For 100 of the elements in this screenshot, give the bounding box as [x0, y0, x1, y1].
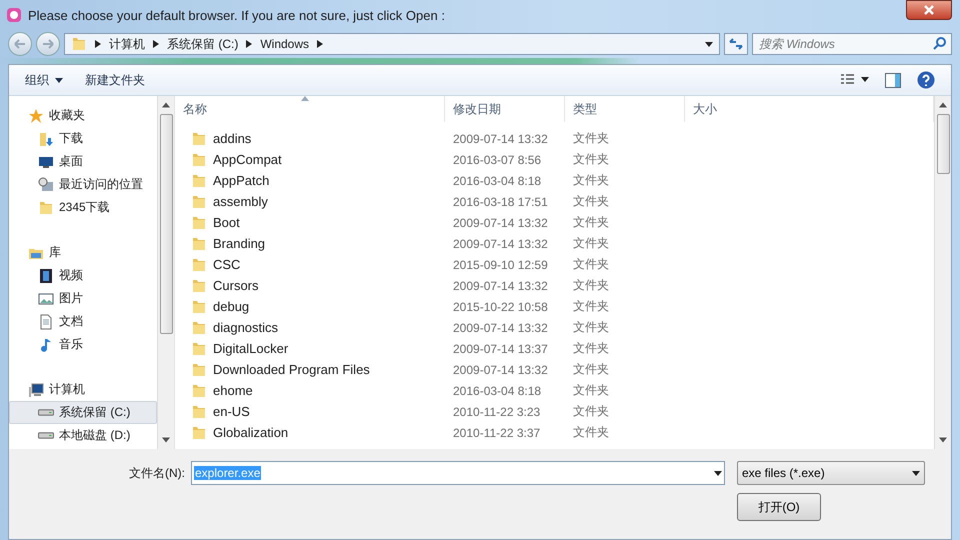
nav-item[interactable]: 视频 — [9, 264, 157, 287]
folder-icon — [191, 236, 207, 252]
scroll-down-icon[interactable] — [939, 436, 947, 444]
breadcrumb[interactable]: Windows — [260, 37, 310, 51]
nav-item[interactable]: 本地磁盘 (D:) — [9, 424, 157, 447]
type-cell-text: 文件夹 — [572, 340, 610, 357]
date-cell-text: 2009-07-14 13:32 — [452, 132, 549, 146]
type-cell-text: 文件夹 — [572, 256, 610, 273]
nav-section[interactable]: 计算机 — [9, 378, 157, 401]
type-cell-text: 文件夹 — [572, 130, 610, 147]
file-name[interactable]: Boot — [175, 214, 445, 230]
column-header[interactable]: 名称 — [175, 96, 445, 122]
folder-icon — [191, 172, 207, 188]
date-cell-text: 2009-07-14 13:32 — [452, 236, 549, 250]
nav-section[interactable]: 库 — [9, 241, 157, 264]
file-name[interactable]: AppCompat — [175, 152, 445, 168]
new-folder-button[interactable]: 新建文件夹 — [85, 70, 145, 90]
nav-item[interactable]: 2345下载 — [9, 196, 157, 219]
nav-item[interactable]: 最近访问的位置 — [9, 173, 157, 196]
scroll-thumb[interactable] — [160, 114, 172, 334]
date-cell-text: 2010-11-22 3:37 — [452, 426, 542, 440]
file-name[interactable]: ehome — [175, 382, 445, 398]
search-icon — [933, 37, 946, 50]
view-list-icon[interactable] — [841, 74, 869, 86]
drive-icon — [38, 409, 54, 416]
date-cell-text: 2016-03-04 8:18 — [452, 174, 542, 188]
dropdown-caret-icon — [912, 470, 920, 476]
scroll-thumb[interactable] — [936, 114, 950, 174]
image-icon — [38, 290, 54, 306]
dropdown-caret-icon — [705, 42, 713, 46]
breadcrumb[interactable]: 系统保留 (C:) — [167, 36, 238, 52]
type-cell-text: 文件夹 — [572, 172, 610, 189]
open-button[interactable]: 打开(O) — [737, 493, 821, 521]
dropdown-caret-icon — [714, 470, 722, 476]
date-cell-text: 2009-07-14 13:32 — [452, 320, 549, 334]
nav-section[interactable]: 收藏夹 — [9, 104, 157, 127]
folder-icon — [71, 36, 87, 52]
breadcrumb[interactable]: 计算机 — [109, 36, 145, 52]
type-cell-text: 文件夹 — [572, 319, 610, 336]
nav-item[interactable]: 系统保留 (C:) — [9, 401, 157, 424]
chevron-icon — [95, 40, 101, 48]
date-cell-text: 2016-03-18 17:51 — [452, 194, 549, 208]
help-icon[interactable] — [917, 71, 935, 89]
type-cell-text: 文件夹 — [572, 151, 610, 168]
file-name[interactable]: debug — [175, 298, 445, 314]
sort-arrow-icon — [301, 96, 309, 101]
preview-pane-icon[interactable] — [885, 72, 901, 88]
refresh-button[interactable] — [724, 33, 748, 55]
date-cell-text: 2009-07-14 13:37 — [452, 342, 549, 356]
column-header[interactable]: 修改日期 — [445, 96, 565, 122]
folder-icon — [191, 320, 207, 336]
scroll-up-icon[interactable] — [939, 101, 947, 109]
file-name[interactable]: en-US — [175, 404, 445, 420]
type-cell-text: 文件夹 — [572, 361, 610, 378]
close-button[interactable] — [906, 0, 952, 20]
search-field[interactable]: 搜索 Windows — [752, 33, 952, 55]
column-header[interactable]: 类型 — [565, 96, 685, 122]
type-cell-text: 文件夹 — [572, 277, 610, 294]
chevron-icon — [317, 40, 324, 48]
file-name[interactable]: DigitalLocker — [175, 340, 445, 356]
nav-item[interactable]: 音乐 — [9, 333, 157, 356]
file-name[interactable]: CSC — [175, 256, 445, 272]
date-cell-text: 2009-07-14 13:32 — [452, 216, 549, 230]
scroll-down-icon[interactable] — [162, 436, 170, 444]
recent-places-icon — [38, 176, 54, 192]
folder-icon — [191, 256, 207, 272]
file-name[interactable]: Branding — [175, 236, 445, 252]
file-name[interactable]: assembly — [175, 194, 445, 210]
folder-icon — [191, 404, 207, 420]
address-bar[interactable]: 计算机 系统保留 (C:) Windows — [64, 33, 720, 55]
folder-icon — [191, 298, 207, 314]
drive-icon — [38, 432, 54, 439]
file-name[interactable]: Downloaded Program Files — [175, 362, 445, 378]
file-name[interactable]: AppPatch — [175, 172, 445, 188]
nav-item[interactable]: 文档 — [9, 310, 157, 333]
nav-item[interactable]: 桌面 — [9, 150, 157, 173]
file-type-dropdown[interactable]: exe files (*.exe) — [737, 461, 925, 485]
folder-icon — [191, 362, 207, 378]
document-icon — [38, 314, 54, 330]
caret-icon — [55, 78, 63, 82]
folder-icon — [191, 194, 207, 210]
type-cell-text: 文件夹 — [572, 403, 610, 420]
organize-menu[interactable]: 组织 — [25, 70, 63, 90]
file-name[interactable]: addins — [175, 130, 445, 146]
close-icon — [923, 5, 935, 15]
scrollbar[interactable] — [934, 96, 951, 449]
type-cell-text: 文件夹 — [572, 298, 610, 315]
file-name[interactable]: Cursors — [175, 278, 445, 294]
computer-icon — [28, 382, 44, 398]
nav-item[interactable]: 下载 — [9, 127, 157, 150]
file-name[interactable]: Globalization — [175, 424, 445, 440]
type-cell-text: 文件夹 — [572, 382, 610, 399]
download-folder-icon — [38, 130, 54, 146]
nav-item[interactable]: 图片 — [9, 287, 157, 310]
folder-icon — [191, 214, 207, 230]
file-name[interactable]: diagnostics — [175, 320, 445, 336]
folder-icon — [191, 424, 207, 440]
scrollbar[interactable] — [157, 96, 174, 449]
app-icon — [6, 7, 22, 23]
scroll-up-icon[interactable] — [162, 101, 170, 109]
